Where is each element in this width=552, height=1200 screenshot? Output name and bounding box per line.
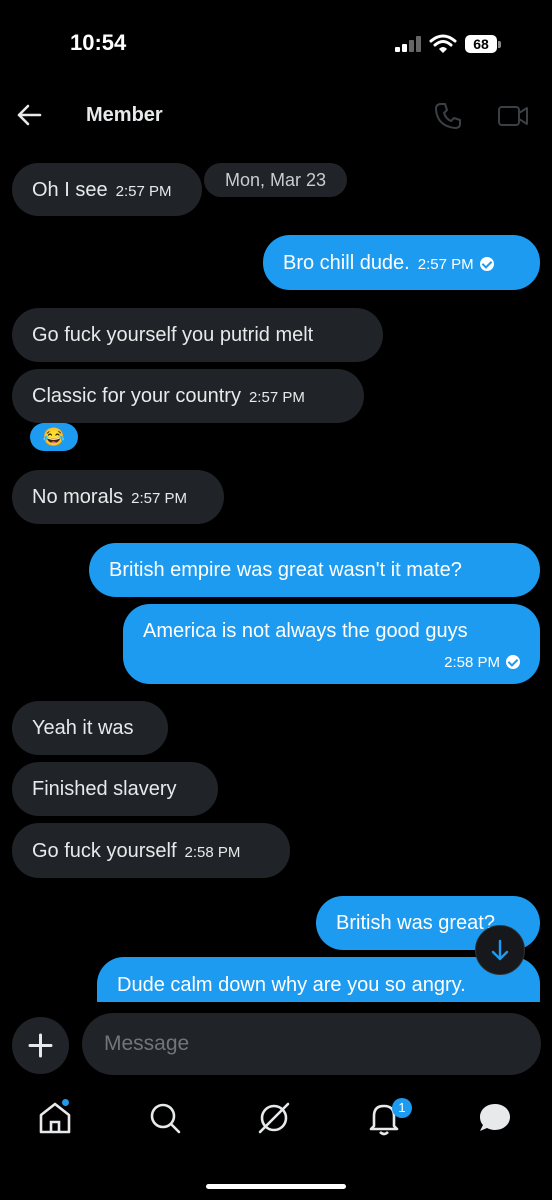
signal-icon xyxy=(395,36,423,52)
home-icon[interactable] xyxy=(35,1098,75,1138)
message-text: America is not always the good guys xyxy=(143,620,468,642)
message-bubble-incoming[interactable]: Yeah it was xyxy=(12,701,168,755)
message-timestamp: 2:57 PM xyxy=(248,389,305,406)
message-text: British empire was great wasn't it mate? xyxy=(109,559,462,581)
message-timestamp: 2:57 PM xyxy=(417,256,474,273)
status-time: 10:54 xyxy=(70,30,127,55)
back-arrow-icon[interactable] xyxy=(14,100,44,130)
battery-indicator: 68 xyxy=(465,35,497,53)
message-timestamp: 2:57 PM xyxy=(131,490,188,507)
wifi-icon xyxy=(429,34,457,53)
battery-nub xyxy=(498,41,501,48)
message-text: Bro chill dude. xyxy=(283,252,410,274)
phone-icon[interactable] xyxy=(433,101,463,131)
message-bubble-incoming[interactable]: Finished slavery xyxy=(12,762,218,816)
message-text: Oh I see xyxy=(32,179,108,201)
messages-icon[interactable] xyxy=(475,1098,515,1138)
message-bubble-incoming[interactable]: Go fuck yourself you putrid melt xyxy=(12,308,383,362)
notifications-badge: 1 xyxy=(392,1098,412,1118)
message-bubble-outgoing[interactable]: America is not always the good guys 2:58… xyxy=(123,604,540,684)
message-text: Finished slavery xyxy=(32,778,177,800)
search-icon[interactable] xyxy=(145,1098,185,1138)
grok-icon[interactable] xyxy=(254,1098,294,1138)
message-timestamp: 2:57 PM xyxy=(115,183,172,200)
add-attachment-button[interactable] xyxy=(12,1017,69,1074)
verified-check-icon xyxy=(479,257,494,271)
message-text: British was great? xyxy=(336,912,495,934)
conversation-title[interactable]: Member xyxy=(86,104,163,127)
message-text: No morals xyxy=(32,486,124,508)
message-bubble-incoming[interactable]: Classic for your country 2:57 PM xyxy=(12,369,364,423)
message-timestamp: 2:58 PM xyxy=(444,654,500,671)
message-input[interactable] xyxy=(82,1013,541,1075)
verified-check-icon xyxy=(506,655,520,669)
message-text: Go fuck yourself xyxy=(32,840,177,862)
message-bubble-incoming[interactable]: Oh I see 2:57 PM xyxy=(12,163,202,216)
message-text: Yeah it was xyxy=(32,717,134,739)
plus-icon xyxy=(28,1033,53,1058)
message-text: Dude calm down why are you so angry. xyxy=(117,974,466,996)
emoji-reaction[interactable]: 😂 xyxy=(30,423,78,451)
message-bubble-incoming[interactable]: Go fuck yourself 2:58 PM xyxy=(12,823,290,878)
message-bubble-outgoing[interactable]: British empire was great wasn't it mate? xyxy=(89,543,540,597)
message-text: Go fuck yourself you putrid melt xyxy=(32,324,314,346)
scroll-to-bottom-button[interactable] xyxy=(475,925,525,975)
home-indicator xyxy=(206,1184,346,1189)
message-timestamp: 2:58 PM xyxy=(184,844,241,861)
home-unread-dot xyxy=(62,1099,69,1106)
video-icon[interactable] xyxy=(497,101,529,131)
message-bubble-incoming[interactable]: No morals 2:57 PM xyxy=(12,470,224,524)
chevron-down-icon xyxy=(491,939,509,961)
message-text: Classic for your country xyxy=(32,385,241,407)
date-separator: Mon, Mar 23 xyxy=(204,163,347,197)
message-bubble-outgoing[interactable]: Bro chill dude. 2:57 PM xyxy=(263,235,540,290)
